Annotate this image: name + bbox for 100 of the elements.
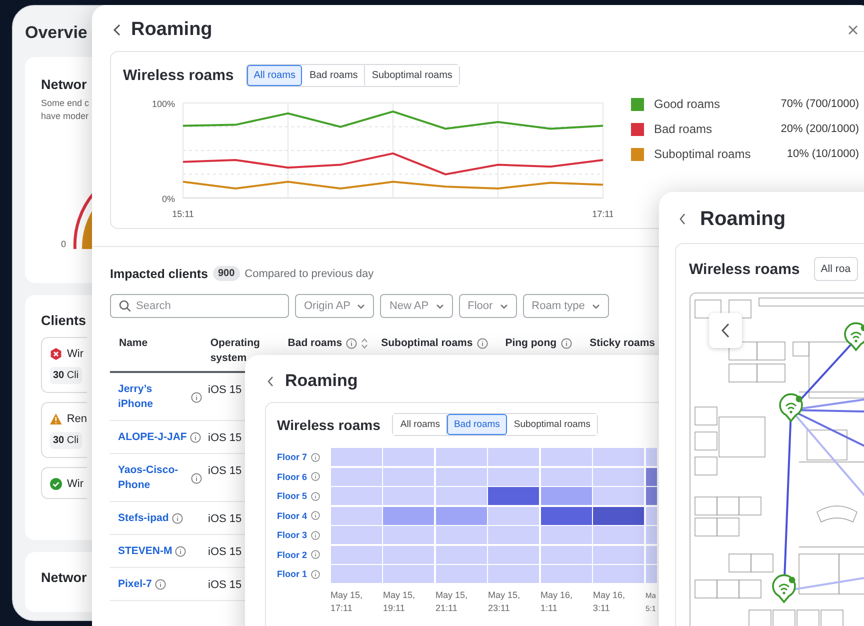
heatmap-cell[interactable] bbox=[330, 526, 382, 544]
heatmap-cell[interactable] bbox=[593, 526, 644, 544]
back-icon[interactable] bbox=[113, 24, 121, 36]
heatmap-cell[interactable] bbox=[330, 506, 382, 524]
heatmap-cell[interactable] bbox=[330, 448, 382, 466]
info-icon[interactable] bbox=[311, 511, 320, 520]
heatmap-cell[interactable] bbox=[488, 546, 539, 564]
heatmap-cell[interactable] bbox=[488, 526, 539, 544]
heatmap-cell[interactable] bbox=[646, 487, 656, 505]
filter-tab[interactable]: All roams bbox=[246, 65, 302, 86]
heatmap-cell[interactable] bbox=[593, 448, 644, 466]
heatmap-cell[interactable] bbox=[488, 468, 539, 486]
heatmap-cell[interactable] bbox=[436, 526, 486, 544]
heatmap-cell[interactable] bbox=[383, 565, 434, 583]
client-status-card[interactable]: Ren 30 Cli bbox=[41, 402, 87, 458]
client-link[interactable]: Jerry’s iPhone bbox=[118, 382, 188, 412]
heatmap-cell[interactable] bbox=[540, 546, 592, 564]
heatmap-cell[interactable] bbox=[540, 468, 592, 486]
info-icon[interactable] bbox=[191, 392, 202, 402]
info-icon[interactable] bbox=[311, 472, 320, 481]
client-status-card[interactable]: Wir bbox=[41, 467, 87, 499]
heatmap-cell[interactable] bbox=[383, 448, 434, 466]
filter-dropdown[interactable]: Origin AP bbox=[295, 294, 374, 318]
filter-dropdown[interactable]: New AP bbox=[380, 294, 453, 318]
heatmap-cell[interactable] bbox=[436, 487, 486, 505]
heatmap-cell[interactable] bbox=[593, 506, 644, 524]
heatmap-cell[interactable] bbox=[646, 468, 656, 486]
heatmap-cell[interactable] bbox=[593, 487, 644, 505]
heatmap-cell[interactable] bbox=[383, 506, 434, 524]
heatmap-cell[interactable] bbox=[540, 526, 592, 544]
floor-link[interactable]: Floor 1 bbox=[277, 569, 308, 579]
heatmap-cell[interactable] bbox=[330, 468, 382, 486]
heatmap-cell[interactable] bbox=[646, 526, 656, 544]
back-icon[interactable] bbox=[267, 376, 274, 386]
heatmap-cell[interactable] bbox=[540, 565, 592, 583]
heatmap-cell[interactable] bbox=[488, 448, 539, 466]
heatmap-cell[interactable] bbox=[436, 546, 486, 564]
heatmap-cell[interactable] bbox=[330, 565, 382, 583]
close-icon[interactable] bbox=[848, 25, 858, 35]
floor-link[interactable]: Floor 7 bbox=[277, 452, 308, 462]
heatmap-cell[interactable] bbox=[540, 487, 592, 505]
heatmap-cell[interactable] bbox=[646, 565, 656, 583]
heatmap-cell[interactable] bbox=[540, 448, 592, 466]
legend-value: 10% (10/1000) bbox=[786, 148, 859, 160]
info-icon[interactable] bbox=[311, 550, 320, 559]
heatmap-cell[interactable] bbox=[593, 565, 644, 583]
floor-link[interactable]: Floor 3 bbox=[277, 530, 308, 540]
info-icon[interactable] bbox=[154, 579, 166, 590]
floor-link[interactable]: Floor 5 bbox=[277, 491, 308, 501]
client-link[interactable]: Pixel-7 bbox=[118, 577, 152, 592]
heatmap-cell[interactable] bbox=[646, 448, 656, 466]
heatmap-cell[interactable] bbox=[436, 468, 486, 486]
heatmap-cell[interactable] bbox=[330, 546, 382, 564]
previous-button[interactable] bbox=[709, 313, 742, 348]
filter-dropdown[interactable]: Roam type bbox=[522, 294, 609, 318]
client-link[interactable]: Stefs-ipad bbox=[118, 511, 169, 526]
card-description: Some end c bbox=[41, 97, 90, 110]
heatmap-cell[interactable] bbox=[436, 448, 486, 466]
filter-dropdown[interactable]: Floor bbox=[458, 294, 517, 318]
heatmap-cell[interactable] bbox=[383, 526, 434, 544]
axis-tick-label: May 16, 3:11 bbox=[593, 589, 626, 615]
heatmap-cell[interactable] bbox=[488, 487, 539, 505]
filter-tab[interactable]: All roams bbox=[393, 414, 447, 435]
info-icon[interactable] bbox=[191, 472, 202, 484]
info-icon[interactable] bbox=[560, 338, 572, 349]
info-icon[interactable] bbox=[172, 513, 183, 524]
heatmap-cell[interactable] bbox=[646, 546, 656, 564]
info-icon[interactable] bbox=[190, 432, 201, 443]
info-icon[interactable] bbox=[346, 338, 358, 349]
client-status-card[interactable]: Wir 30 Cli bbox=[41, 337, 87, 393]
filter-tab[interactable]: Bad roams bbox=[446, 414, 507, 435]
heatmap-cell[interactable] bbox=[646, 506, 656, 524]
floor-link[interactable]: Floor 2 bbox=[277, 550, 308, 560]
floor-link[interactable]: Floor 4 bbox=[277, 510, 308, 520]
heatmap-cell[interactable] bbox=[383, 546, 434, 564]
filter-tab[interactable]: All roa bbox=[814, 257, 858, 281]
heatmap-cell[interactable] bbox=[330, 487, 382, 505]
client-link[interactable]: STEVEN-M bbox=[118, 544, 172, 559]
heatmap-cell[interactable] bbox=[436, 506, 486, 524]
info-icon[interactable] bbox=[476, 338, 488, 349]
client-link[interactable]: ALOPE-J-JAF bbox=[118, 430, 187, 445]
legend-label: Good roams bbox=[654, 97, 722, 111]
heatmap-cell[interactable] bbox=[593, 468, 644, 486]
heatmap-cell[interactable] bbox=[383, 468, 434, 486]
heatmap-cell[interactable] bbox=[436, 565, 486, 583]
heatmap-cell[interactable] bbox=[593, 546, 644, 564]
info-icon[interactable] bbox=[311, 492, 320, 500]
back-icon[interactable] bbox=[679, 213, 686, 225]
floor-link[interactable]: Floor 6 bbox=[277, 472, 308, 482]
info-icon[interactable] bbox=[311, 452, 320, 462]
search-field[interactable]: Search bbox=[110, 294, 289, 318]
heatmap-cell[interactable] bbox=[488, 565, 539, 583]
info-icon[interactable] bbox=[311, 530, 320, 540]
sort-icon[interactable] bbox=[361, 338, 368, 349]
heatmap-cell[interactable] bbox=[540, 506, 592, 524]
heatmap-cell[interactable] bbox=[488, 506, 539, 524]
info-icon[interactable] bbox=[175, 546, 186, 557]
heatmap-cell[interactable] bbox=[383, 487, 434, 505]
client-link[interactable]: Yaos-Cisco-Phone bbox=[118, 463, 188, 493]
info-icon[interactable] bbox=[311, 570, 320, 578]
